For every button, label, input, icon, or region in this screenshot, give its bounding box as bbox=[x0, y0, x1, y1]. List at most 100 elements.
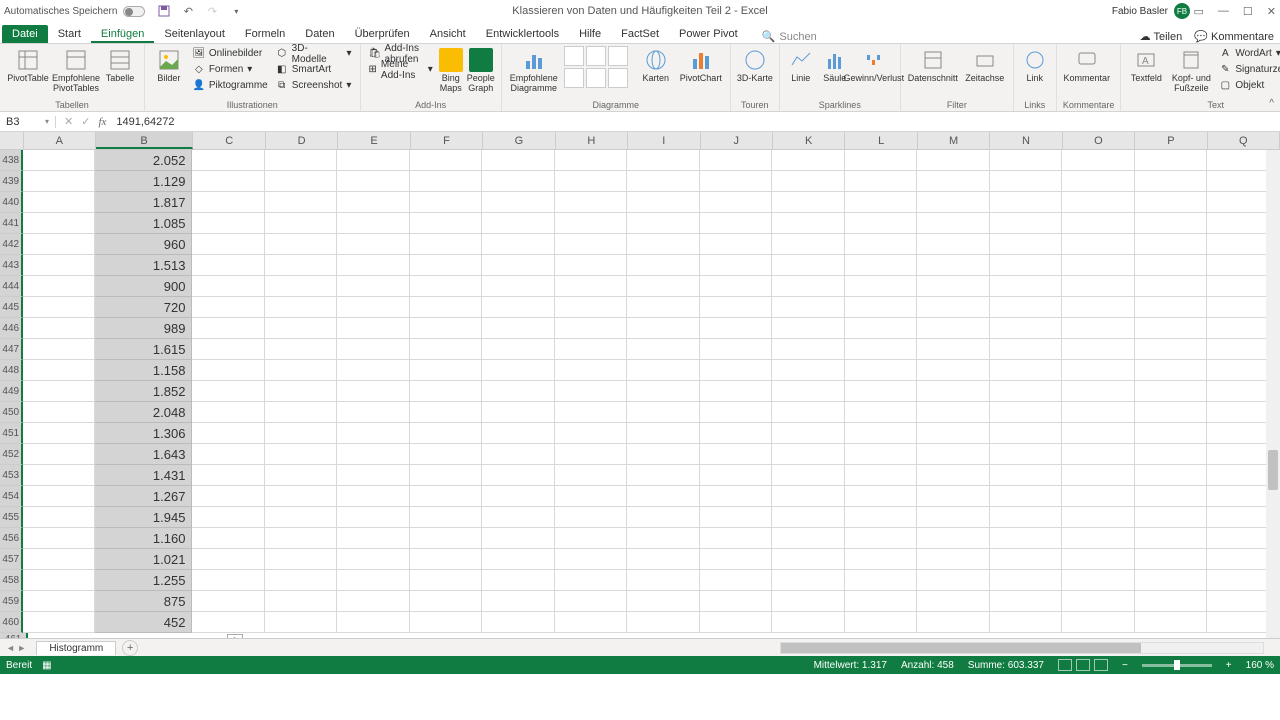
cell[interactable] bbox=[1062, 150, 1135, 171]
cell[interactable] bbox=[192, 150, 265, 171]
cell[interactable] bbox=[1062, 444, 1135, 465]
cell[interactable] bbox=[192, 444, 265, 465]
cell[interactable] bbox=[337, 255, 410, 276]
cell[interactable] bbox=[845, 549, 918, 570]
signature-button[interactable]: ✎Signaturzeile ▾ bbox=[1217, 62, 1280, 77]
cell[interactable] bbox=[265, 465, 338, 486]
cell[interactable] bbox=[1135, 423, 1208, 444]
cell[interactable] bbox=[917, 171, 990, 192]
cell[interactable] bbox=[700, 192, 773, 213]
cell[interactable] bbox=[700, 591, 773, 612]
cell[interactable] bbox=[1062, 318, 1135, 339]
cell[interactable] bbox=[23, 192, 95, 213]
cell[interactable] bbox=[1062, 465, 1135, 486]
3d-map-button[interactable]: 3D-Karte bbox=[737, 46, 773, 84]
cell[interactable] bbox=[337, 234, 410, 255]
cell[interactable] bbox=[410, 591, 483, 612]
pictures-button[interactable]: Bilder bbox=[151, 46, 187, 84]
cell[interactable] bbox=[990, 150, 1063, 171]
col-header-E[interactable]: E bbox=[338, 132, 410, 149]
hscroll-thumb[interactable] bbox=[781, 643, 1141, 653]
cell[interactable] bbox=[555, 297, 628, 318]
row-header[interactable]: 457 bbox=[0, 549, 23, 570]
cell[interactable] bbox=[23, 423, 95, 444]
cell[interactable] bbox=[410, 192, 483, 213]
chart-bar-icon[interactable] bbox=[564, 68, 584, 88]
cell[interactable] bbox=[265, 318, 338, 339]
col-header-H[interactable]: H bbox=[556, 132, 628, 149]
cell[interactable] bbox=[337, 423, 410, 444]
qat-customize-icon[interactable]: ▾ bbox=[229, 4, 243, 18]
collapse-ribbon-icon[interactable]: ^ bbox=[1269, 98, 1274, 109]
cell[interactable] bbox=[410, 255, 483, 276]
row-header[interactable]: 439 bbox=[0, 171, 23, 192]
cell[interactable] bbox=[23, 570, 95, 591]
cell[interactable] bbox=[845, 570, 918, 591]
icons-button[interactable]: 👤Piktogramme bbox=[191, 78, 270, 93]
cell[interactable] bbox=[265, 360, 338, 381]
cell[interactable] bbox=[917, 570, 990, 591]
toggle-switch[interactable] bbox=[123, 6, 145, 17]
col-header-K[interactable]: K bbox=[773, 132, 845, 149]
cell[interactable] bbox=[555, 570, 628, 591]
cell[interactable] bbox=[482, 549, 555, 570]
people-graph-button[interactable]: People Graph bbox=[467, 46, 495, 94]
cell[interactable] bbox=[410, 444, 483, 465]
cell[interactable] bbox=[23, 255, 95, 276]
cell[interactable] bbox=[337, 591, 410, 612]
cell[interactable] bbox=[1062, 255, 1135, 276]
cell[interactable] bbox=[990, 507, 1063, 528]
cell[interactable] bbox=[23, 276, 95, 297]
cell[interactable] bbox=[700, 507, 773, 528]
cell[interactable] bbox=[772, 213, 845, 234]
cell[interactable] bbox=[482, 381, 555, 402]
sheet-tab-histogramm[interactable]: Histogramm bbox=[36, 641, 116, 655]
cell[interactable] bbox=[337, 465, 410, 486]
cell[interactable] bbox=[555, 423, 628, 444]
cell[interactable] bbox=[627, 192, 700, 213]
cell[interactable] bbox=[990, 276, 1063, 297]
cell[interactable] bbox=[1062, 486, 1135, 507]
cell[interactable] bbox=[627, 486, 700, 507]
tab-daten[interactable]: Daten bbox=[295, 25, 344, 43]
cell[interactable] bbox=[917, 339, 990, 360]
cell[interactable]: 1.852 bbox=[95, 381, 192, 402]
cell[interactable] bbox=[1062, 213, 1135, 234]
enter-formula-icon[interactable]: ✓ bbox=[81, 115, 90, 128]
cell[interactable] bbox=[700, 234, 773, 255]
cell[interactable] bbox=[192, 570, 265, 591]
cell[interactable] bbox=[192, 465, 265, 486]
cell[interactable] bbox=[410, 276, 483, 297]
cell[interactable] bbox=[627, 360, 700, 381]
cell[interactable] bbox=[1062, 171, 1135, 192]
cell[interactable] bbox=[23, 318, 95, 339]
cell[interactable] bbox=[337, 171, 410, 192]
cell[interactable] bbox=[917, 192, 990, 213]
comment-button[interactable]: Kommentar bbox=[1063, 46, 1111, 84]
cell[interactable] bbox=[482, 591, 555, 612]
cell[interactable] bbox=[772, 528, 845, 549]
cell[interactable] bbox=[23, 402, 95, 423]
sparkline-winloss-button[interactable]: Gewinn/Verlust bbox=[854, 46, 894, 84]
cell[interactable] bbox=[1135, 360, 1208, 381]
cell[interactable] bbox=[845, 486, 918, 507]
comments-button[interactable]: 💬 Kommentare bbox=[1194, 30, 1274, 43]
cell[interactable] bbox=[337, 339, 410, 360]
cell[interactable]: 1.431 bbox=[95, 465, 192, 486]
cell[interactable] bbox=[917, 486, 990, 507]
cell[interactable] bbox=[23, 444, 95, 465]
cell[interactable]: 1.513 bbox=[95, 255, 192, 276]
cell[interactable] bbox=[23, 549, 95, 570]
cell[interactable] bbox=[555, 528, 628, 549]
cell[interactable] bbox=[555, 171, 628, 192]
cell[interactable] bbox=[410, 360, 483, 381]
zoom-out-icon[interactable]: − bbox=[1122, 660, 1128, 671]
cell[interactable] bbox=[482, 402, 555, 423]
row-header[interactable]: 456 bbox=[0, 528, 23, 549]
cell[interactable] bbox=[845, 507, 918, 528]
cell[interactable]: 1.255 bbox=[95, 570, 192, 591]
header-footer-button[interactable]: Kopf- und Fußzeile bbox=[1169, 46, 1213, 94]
cell[interactable] bbox=[1135, 549, 1208, 570]
cell[interactable] bbox=[990, 192, 1063, 213]
cell[interactable] bbox=[23, 360, 95, 381]
